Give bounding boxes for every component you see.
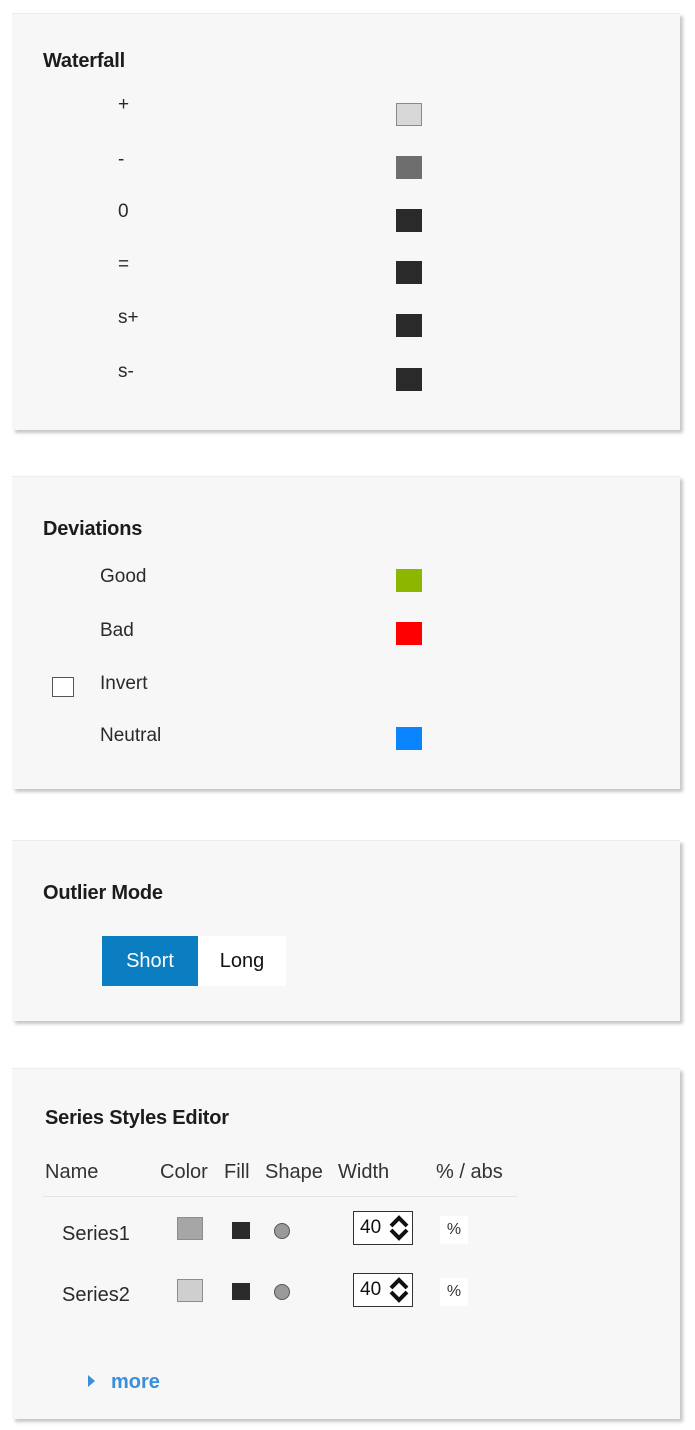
more-link[interactable]: more [88,1371,160,1394]
waterfall-swatch-s-minus[interactable] [396,368,422,391]
series-row-2-width-value[interactable]: 40 [360,1279,381,1301]
header-width: Width [338,1161,390,1183]
series-row-1-circle-shape-icon[interactable] [274,1223,290,1239]
deviations-good-label: Good [100,566,147,587]
header-fill: Fill [224,1161,250,1183]
more-label: more [111,1371,160,1393]
series-row-1-color-swatch[interactable] [177,1217,203,1240]
caret-right-icon [88,1375,95,1387]
invert-label: Invert [100,673,148,694]
series-row-2-fill-swatch[interactable] [232,1283,250,1300]
series-row-1-width-value[interactable]: 40 [360,1217,381,1239]
outlier-mode-short-button[interactable]: Short [102,936,198,986]
waterfall-swatch-s-plus[interactable] [396,314,422,337]
header-shape: Shape [265,1161,323,1183]
waterfall-label-s-plus: s+ [118,307,139,328]
series-row-1-width-stepper[interactable]: 40 [353,1211,413,1245]
stepper-arrows-icon[interactable] [388,1277,410,1303]
series-row-2-circle-shape-icon[interactable] [274,1284,290,1300]
series-styles-editor-panel: Series Styles Editor Name Color Fill Sha… [12,1068,680,1419]
series-row-2-width-stepper[interactable]: 40 [353,1273,413,1307]
deviations-title: Deviations [43,518,143,540]
header-unit: % / abs [436,1161,503,1183]
series-row-2-unit-toggle[interactable]: % [440,1278,468,1306]
waterfall-title: Waterfall [43,50,125,72]
header-divider [43,1196,517,1197]
invert-checkbox[interactable] [52,677,74,697]
waterfall-swatch-equals[interactable] [396,261,422,284]
outlier-mode-title: Outlier Mode [43,882,163,904]
deviations-bad-label: Bad [100,620,134,641]
waterfall-swatch-plus[interactable] [396,103,422,126]
series-row-2-color-swatch[interactable] [177,1279,203,1302]
outlier-mode-panel: Outlier Mode Short Long [12,840,680,1021]
waterfall-panel: Waterfall + - 0 = s+ s- [12,13,680,430]
deviations-good-swatch[interactable] [396,569,422,592]
series-row-1-fill-swatch[interactable] [232,1222,250,1239]
deviations-neutral-swatch[interactable] [396,727,422,750]
series-row-1-unit-toggle[interactable]: % [440,1216,468,1244]
waterfall-label-s-minus: s- [118,361,134,382]
deviations-panel: Deviations Good Bad Invert Neutral [12,476,680,789]
deviations-neutral-label: Neutral [100,725,162,746]
waterfall-label-zero: 0 [118,201,129,222]
waterfall-label-minus: - [118,149,125,170]
outlier-mode-long-button[interactable]: Long [198,936,286,986]
series-row-2-name: Series2 [62,1284,130,1306]
waterfall-swatch-zero[interactable] [396,209,422,232]
waterfall-swatch-minus[interactable] [396,156,422,179]
series-row-1-name: Series1 [62,1223,130,1245]
waterfall-label-equals: = [118,254,130,275]
waterfall-label-plus: + [118,94,130,115]
deviations-bad-swatch[interactable] [396,622,422,645]
header-color: Color [160,1161,208,1183]
stepper-arrows-icon[interactable] [388,1215,410,1241]
header-name: Name [45,1161,99,1183]
series-styles-editor-title: Series Styles Editor [45,1107,229,1129]
